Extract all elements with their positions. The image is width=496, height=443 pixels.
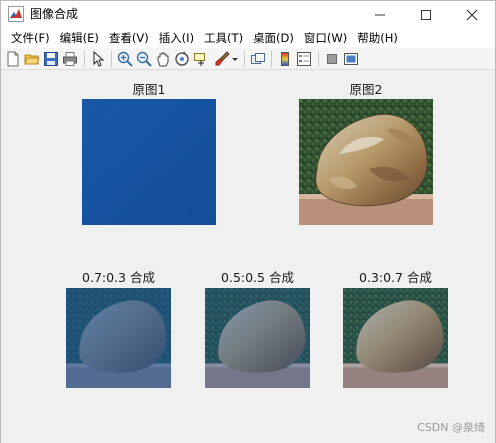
maximize-icon — [421, 9, 431, 20]
axes-title-blend-2: 0.5:0.5 合成 — [221, 270, 294, 285]
figure-toolbar — [1, 48, 495, 70]
zoom-out-icon[interactable] — [136, 51, 152, 67]
title-bar[interactable]: 图像合成 — [1, 1, 495, 28]
toolbar-separator — [111, 51, 112, 67]
menu-desktop[interactable]: 桌面(D) — [248, 28, 299, 48]
maximize-button[interactable] — [403, 1, 449, 28]
zoom-in-icon[interactable] — [117, 51, 133, 67]
window-title: 图像合成 — [30, 7, 79, 21]
menu-help[interactable]: 帮助(H) — [352, 28, 403, 48]
blended-image-1 — [66, 288, 171, 388]
new-figure-icon[interactable] — [5, 51, 21, 67]
brush-icon[interactable] — [214, 51, 230, 67]
toolbar-separator — [244, 51, 245, 67]
csdn-watermark: CSDN @泉绮 — [417, 421, 485, 434]
link-plot-icon[interactable] — [250, 51, 266, 67]
toolbar-separator — [318, 51, 319, 67]
toolbar-separator — [271, 51, 272, 67]
hide-plot-tools-icon[interactable] — [324, 51, 340, 67]
save-icon[interactable] — [43, 51, 59, 67]
data-cursor-icon[interactable] — [193, 51, 209, 67]
menu-window[interactable]: 窗口(W) — [299, 28, 352, 48]
figure-window: 图像合成 文件(F) 编辑(E) 查看(V) 插入(I) 工具(T) 桌面(D)… — [0, 0, 496, 443]
axes-title-original-1: 原图1 — [132, 82, 166, 97]
axes-title-blend-1: 0.7:0.3 合成 — [82, 270, 155, 285]
menu-tools[interactable]: 工具(T) — [199, 28, 248, 48]
brush-dropdown-icon[interactable] — [231, 51, 239, 67]
figure-canvas: 原图1 原图2 0.7:0.3 合成 0.5:0.5 合成 0.3:0.7 合成… — [1, 71, 495, 443]
toolbar-separator — [84, 51, 85, 67]
open-file-icon[interactable] — [24, 51, 40, 67]
print-icon[interactable] — [62, 51, 78, 67]
menu-edit[interactable]: 编辑(E) — [55, 28, 104, 48]
legend-icon[interactable] — [296, 51, 312, 67]
rotate-3d-icon[interactable] — [174, 51, 190, 67]
minimize-button[interactable] — [357, 1, 403, 28]
blended-image-3 — [343, 288, 448, 388]
menu-insert[interactable]: 插入(I) — [154, 28, 199, 48]
show-plot-tools-icon[interactable] — [343, 51, 359, 67]
pan-icon[interactable] — [155, 51, 171, 67]
original-image-2 — [299, 99, 433, 225]
pointer-icon[interactable] — [90, 51, 106, 67]
menu-bar: 文件(F) 编辑(E) 查看(V) 插入(I) 工具(T) 桌面(D) 窗口(W… — [1, 28, 495, 48]
menu-file[interactable]: 文件(F) — [6, 28, 55, 48]
original-image-1 — [82, 99, 216, 225]
close-icon — [466, 9, 478, 20]
minimize-icon — [375, 14, 385, 15]
blended-image-2 — [205, 288, 310, 388]
colorbar-icon[interactable] — [277, 51, 293, 67]
axes-title-blend-3: 0.3:0.7 合成 — [359, 270, 432, 285]
close-button[interactable] — [449, 1, 495, 28]
menu-view[interactable]: 查看(V) — [104, 28, 154, 48]
axes-title-original-2: 原图2 — [349, 82, 383, 97]
matlab-logo-icon — [8, 6, 24, 22]
